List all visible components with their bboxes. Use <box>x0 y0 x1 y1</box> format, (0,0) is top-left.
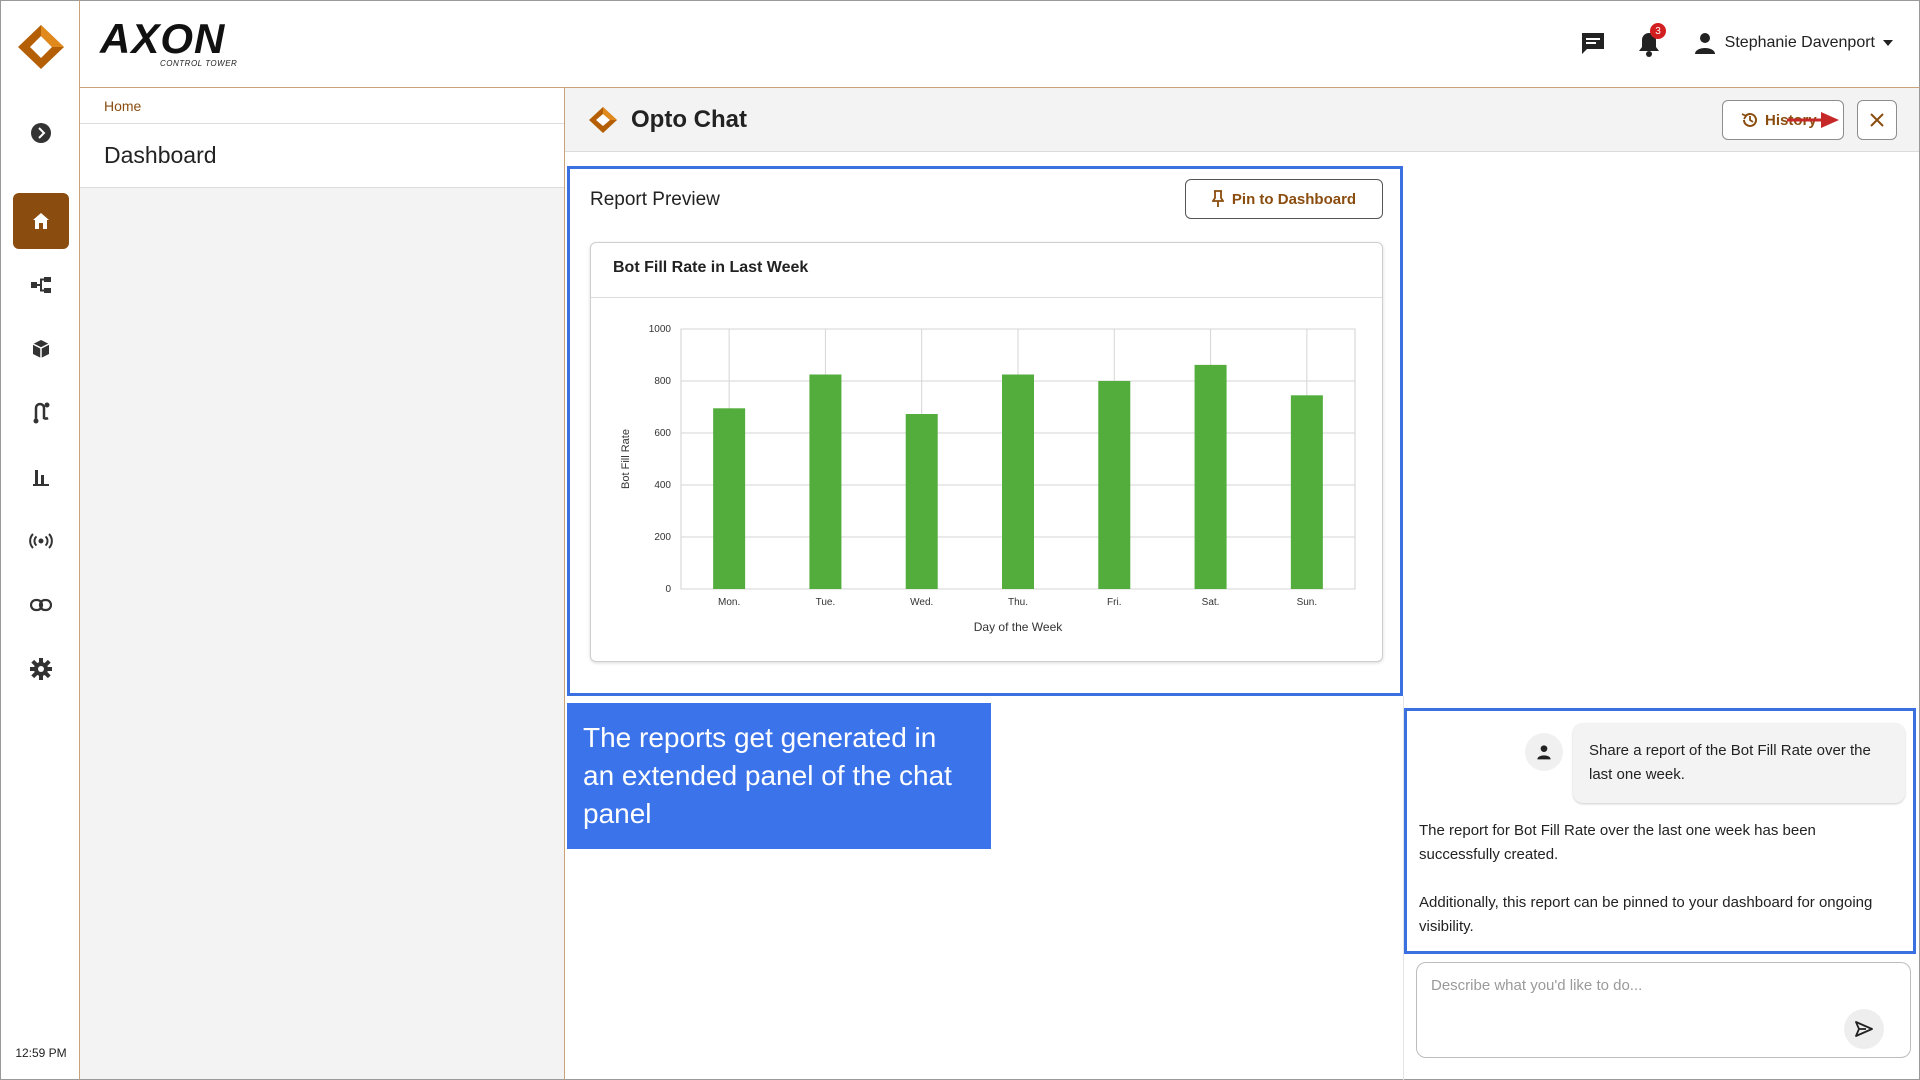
user-name: Stephanie Davenport <box>1724 34 1875 51</box>
annotation-arrow-icon <box>1787 112 1839 128</box>
chat-input-box <box>1416 962 1911 1058</box>
clock-time: 12:59 PM <box>15 1046 67 1060</box>
caret-down-icon <box>1883 40 1893 46</box>
top-header: AXON CONTROL TOWER 3 Stephanie Davenport <box>80 0 1920 88</box>
route-icon <box>33 402 50 424</box>
opto-logo-icon <box>589 107 617 133</box>
x-axis-label: Day of the Week <box>974 620 1063 634</box>
person-icon <box>1694 33 1715 54</box>
x-tick-label: Sun. <box>1297 597 1318 608</box>
nav-home[interactable] <box>13 193 69 249</box>
nav-analytics[interactable] <box>13 449 69 505</box>
breadcrumb-home-link[interactable]: Home <box>104 98 141 114</box>
y-tick-label: 800 <box>654 376 671 387</box>
y-tick-label: 400 <box>654 480 671 491</box>
bar-chart-icon <box>33 470 49 486</box>
bar <box>905 414 938 589</box>
y-axis-label: Bot Fill Rate <box>620 429 632 489</box>
conversation-thread: Share a report of the Bot Fill Rate over… <box>1404 708 1916 954</box>
y-tick-label: 200 <box>654 532 671 543</box>
brand-logo[interactable]: AXON CONTROL TOWER <box>100 15 240 69</box>
expand-nav-button[interactable] <box>13 105 69 161</box>
bar <box>1290 395 1323 589</box>
user-avatar <box>1525 733 1563 771</box>
link-icon <box>30 598 52 612</box>
dashboard-pane: Home Dashboard <box>80 88 565 1080</box>
y-tick-label: 0 <box>665 584 671 595</box>
x-tick-label: Tue. <box>816 597 836 608</box>
annotation-callout: The reports get generated in an extended… <box>567 703 991 849</box>
y-tick-label: 1000 <box>649 324 672 335</box>
page-title-bar: Dashboard <box>80 124 564 188</box>
messages-button[interactable] <box>1576 27 1610 61</box>
nav-signals[interactable] <box>13 513 69 569</box>
bot-message: The report for Bot Fill Rate over the la… <box>1419 819 1899 939</box>
pin-label: Pin to Dashboard <box>1231 190 1357 208</box>
cube-icon <box>32 340 50 358</box>
chat-title: Opto Chat <box>631 106 747 133</box>
pin-icon <box>1211 190 1224 207</box>
chevron-right-circle-icon <box>31 123 51 143</box>
bar <box>713 408 746 589</box>
broadcast-icon <box>29 533 53 549</box>
hierarchy-icon <box>31 277 51 293</box>
nav-routes[interactable] <box>13 385 69 441</box>
x-tick-label: Sat. <box>1202 597 1220 608</box>
person-icon <box>1537 745 1551 760</box>
nav-inventory[interactable] <box>13 321 69 377</box>
report-preview-panel: Report Preview Pin to Dashboard Bot Fill… <box>567 166 1403 696</box>
x-tick-label: Mon. <box>718 597 740 608</box>
bar <box>1002 374 1034 589</box>
y-tick-label: 600 <box>654 428 671 439</box>
close-icon <box>1870 113 1884 127</box>
x-tick-label: Wed. <box>910 597 933 608</box>
chat-bubble-icon <box>1582 33 1604 54</box>
chat-pane: Opto Chat History Report Preview Pin to … <box>565 88 1920 1080</box>
bot-message-line-1: The report for Bot Fill Rate over the la… <box>1419 822 1816 863</box>
bar <box>1098 381 1131 589</box>
bar <box>809 374 842 589</box>
gear-icon <box>30 658 52 680</box>
x-tick-label: Thu. <box>1008 597 1028 608</box>
brand-wordmark: AXON <box>100 15 226 62</box>
send-button[interactable] <box>1844 1009 1884 1049</box>
page-title: Dashboard <box>104 142 217 168</box>
send-icon <box>1855 1021 1873 1037</box>
notifications-button[interactable]: 3 <box>1632 23 1666 61</box>
pin-to-dashboard-button[interactable]: Pin to Dashboard <box>1185 179 1383 219</box>
nav-settings[interactable] <box>13 641 69 697</box>
report-preview-title: Report Preview <box>590 189 720 210</box>
chat-header: Opto Chat History <box>565 88 1919 152</box>
nav-hierarchy[interactable] <box>13 257 69 313</box>
bot-message-line-2: Additionally, this report can be pinned … <box>1419 894 1873 935</box>
user-message: Share a report of the Bot Fill Rate over… <box>1573 723 1905 803</box>
app-logo-icon[interactable] <box>18 25 64 69</box>
bar <box>1194 364 1227 589</box>
close-chat-button[interactable] <box>1857 100 1897 140</box>
notification-badge: 3 <box>1650 23 1666 39</box>
history-icon <box>1741 112 1757 127</box>
left-nav-rail: 12:59 PM <box>0 0 80 1080</box>
x-tick-label: Fri. <box>1107 597 1121 608</box>
bar-chart: 0 200 400 600 800 1000 Mon. Tue. Wed. Thu. Fri. Sat… <box>620 324 1356 634</box>
user-menu[interactable]: Stephanie Davenport <box>1693 31 1893 55</box>
chart-card: Bot Fill Rate in Last Week 0 200 400 600 800… <box>590 242 1383 662</box>
chat-input[interactable] <box>1431 977 1871 994</box>
home-icon <box>33 213 49 229</box>
nav-integrations[interactable] <box>13 577 69 633</box>
chart-title: Bot Fill Rate in Last Week <box>591 243 1382 298</box>
breadcrumb: Home <box>80 88 564 124</box>
brand-subtitle: CONTROL TOWER <box>160 59 238 68</box>
